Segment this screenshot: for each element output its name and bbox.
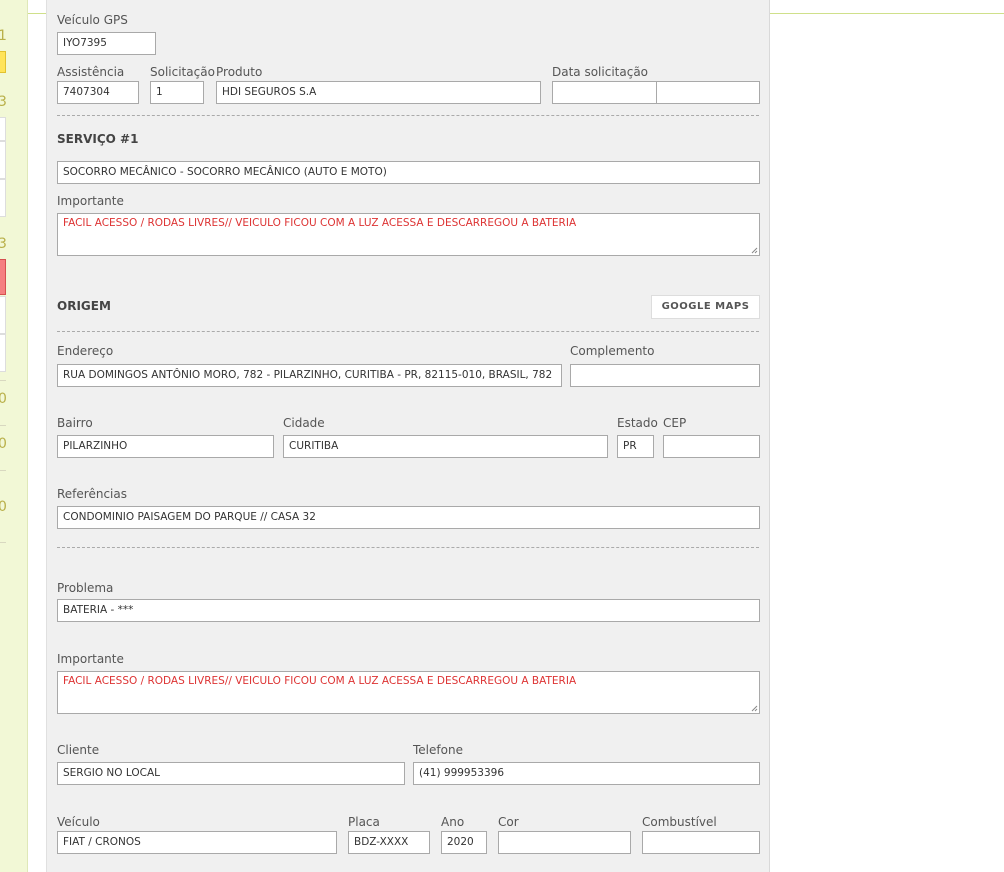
sidebar-count: 0	[0, 499, 7, 515]
service-importante-textarea[interactable]: FACIL ACESSO / RODAS LIVRES// VEICULO FI…	[57, 213, 760, 256]
origin-title: ORIGEM	[57, 299, 111, 313]
solicitacao-input[interactable]: 1	[150, 81, 204, 104]
sidebar-divider	[0, 470, 6, 471]
combustivel-input[interactable]	[642, 831, 760, 854]
solicitacao-label: Solicitação	[150, 65, 215, 79]
vehicle-gps-label: Veículo GPS	[57, 13, 128, 27]
assistencia-input[interactable]: 7407304	[57, 81, 139, 104]
sidebar-highlight-cell[interactable]	[0, 51, 6, 73]
service-name-input[interactable]: SOCORRO MECÂNICO - SOCORRO MECÂNICO (AUT…	[57, 161, 760, 184]
combustivel-label: Combustível	[642, 815, 717, 829]
cidade-input[interactable]: CURITIBA	[283, 435, 608, 458]
cep-label: CEP	[663, 416, 687, 430]
problema-input[interactable]: BATERIA - ***	[57, 599, 760, 622]
section-divider	[57, 331, 759, 332]
problem-importante-text: FACIL ACESSO / RODAS LIVRES// VEICULO FI…	[63, 675, 577, 687]
veiculo-input[interactable]: FIAT / CRONOS	[57, 831, 337, 854]
google-maps-button[interactable]: GOOGLE MAPS	[651, 295, 760, 319]
placa-label: Placa	[348, 815, 380, 829]
assistencia-label: Assistência	[57, 65, 125, 79]
cor-label: Cor	[498, 815, 519, 829]
sidebar-count: 3	[0, 236, 7, 252]
gutter	[29, 14, 46, 872]
resize-grip-icon[interactable]	[750, 246, 758, 254]
sidebar-divider	[0, 380, 6, 381]
estado-label: Estado	[617, 416, 658, 430]
sidebar-cell[interactable]	[0, 117, 6, 141]
produto-input[interactable]: HDI SEGUROS S.A	[216, 81, 541, 104]
produto-label: Produto	[216, 65, 263, 79]
cor-input[interactable]	[498, 831, 631, 854]
service-importante-text: FACIL ACESSO / RODAS LIVRES// VEICULO FI…	[63, 217, 577, 229]
section-divider	[57, 115, 759, 116]
problem-importante-textarea[interactable]: FACIL ACESSO / RODAS LIVRES// VEICULO FI…	[57, 671, 760, 714]
sidebar-count: 1	[0, 28, 7, 44]
data-solicitacao-label: Data solicitação	[552, 65, 649, 79]
cep-input[interactable]	[663, 435, 760, 458]
cliente-input[interactable]: SERGIO NO LOCAL	[57, 762, 405, 785]
telefone-label: Telefone	[413, 743, 463, 757]
sidebar-count: 0	[0, 391, 7, 407]
service-title: SERVIÇO #1	[57, 132, 139, 146]
estado-input[interactable]: PR	[617, 435, 654, 458]
sidebar-cell[interactable]	[0, 334, 6, 372]
sidebar-cell[interactable]	[0, 296, 6, 334]
veiculo-label: Veículo	[57, 815, 100, 829]
telefone-input[interactable]: (41) 999953396	[413, 762, 760, 785]
bairro-input[interactable]: PILARZINHO	[57, 435, 274, 458]
sidebar-cell[interactable]	[0, 179, 6, 217]
ano-label: Ano	[441, 815, 465, 829]
sidebar-divider	[0, 542, 6, 543]
endereco-label: Endereço	[57, 344, 114, 358]
ano-input[interactable]: 2020	[441, 831, 487, 854]
endereco-input[interactable]: RUA DOMINGOS ANTÔNIO MORO, 782 - PILARZI…	[57, 364, 562, 387]
service-importante-label: Importante	[57, 194, 124, 208]
data-solicitacao-date-input[interactable]	[552, 81, 657, 104]
sidebar-count: 0	[0, 436, 7, 452]
data-solicitacao-time-input[interactable]	[656, 81, 760, 104]
left-sidebar-list: 1 3 3 0 0 0	[0, 0, 28, 872]
complemento-input[interactable]	[570, 364, 760, 387]
problema-label: Problema	[57, 581, 114, 595]
placa-input[interactable]: BDZ-XXXX	[348, 831, 430, 854]
cidade-label: Cidade	[283, 416, 325, 430]
resize-grip-icon[interactable]	[750, 704, 758, 712]
vehicle-gps-input[interactable]: IYO7395	[57, 32, 156, 55]
sidebar-cell[interactable]	[0, 141, 6, 179]
sidebar-count: 3	[0, 94, 7, 110]
bairro-label: Bairro	[57, 416, 93, 430]
referencias-label: Referências	[57, 487, 127, 501]
service-detail-panel: Veículo GPS IYO7395 Assistência 7407304 …	[46, 0, 770, 872]
referencias-input[interactable]: CONDOMINIO PAISAGEM DO PARQUE // CASA 32	[57, 506, 760, 529]
section-divider	[57, 547, 759, 548]
problem-importante-label: Importante	[57, 652, 124, 666]
sidebar-alert-cell[interactable]	[0, 259, 6, 295]
complemento-label: Complemento	[570, 344, 655, 358]
cliente-label: Cliente	[57, 743, 100, 757]
sidebar-divider	[0, 425, 6, 426]
